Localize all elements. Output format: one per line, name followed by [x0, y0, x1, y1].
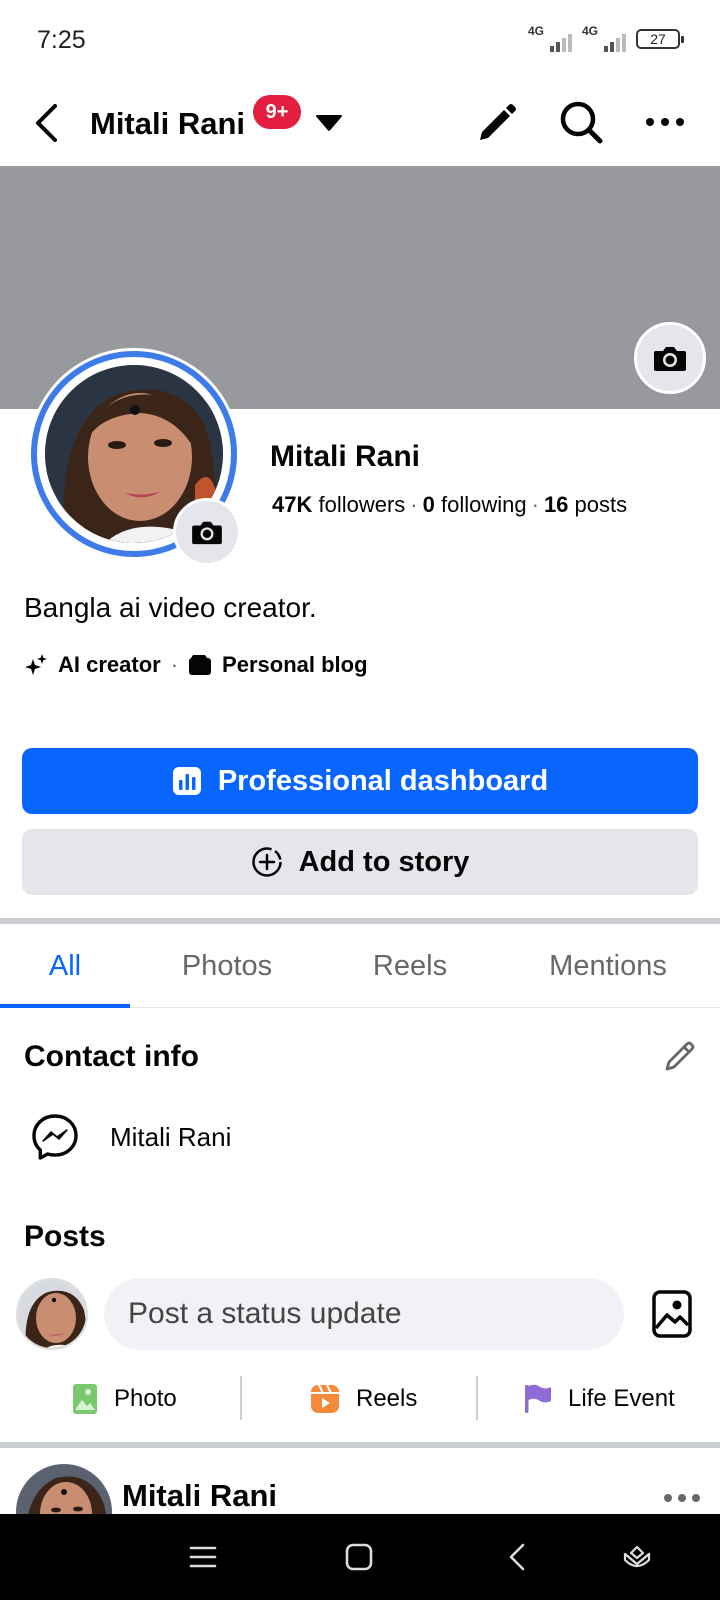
tab-mentions[interactable]: Mentions: [530, 926, 686, 1008]
messenger-icon: [32, 1114, 78, 1160]
tab-photos[interactable]: Photos: [150, 926, 304, 1008]
blog-icon: [189, 655, 212, 675]
reels-icon: [311, 1384, 339, 1413]
notification-badge[interactable]: 9+: [253, 95, 301, 129]
assistant-icon: [623, 1545, 651, 1568]
profile-tabs: All Photos Reels Mentions: [0, 926, 720, 1008]
professional-dashboard-button[interactable]: Professional dashboard: [22, 748, 698, 814]
active-tab-indicator: [0, 1004, 130, 1008]
page-title[interactable]: Mitali Rani: [90, 96, 245, 152]
photo-action[interactable]: Photo: [72, 1374, 177, 1424]
status-update-input[interactable]: Post a status update: [104, 1278, 624, 1350]
composer-avatar[interactable]: [16, 1278, 88, 1350]
more-dots-icon: [646, 118, 684, 126]
signal-icon: 4G: [582, 24, 626, 52]
status-bar: 7:25 4G 4G 27: [0, 0, 720, 82]
messenger-contact[interactable]: Mitali Rani: [30, 1112, 231, 1162]
tab-all[interactable]: All: [0, 926, 130, 1008]
status-time: 7:25: [37, 26, 86, 54]
edit-profile-button[interactable]: [472, 96, 520, 148]
profile-name: Mitali Rani: [270, 440, 421, 473]
system-nav-bar: [0, 1514, 720, 1600]
contact-info-title: Contact info: [24, 1040, 199, 1073]
camera-icon: [654, 347, 686, 371]
following-stat[interactable]: 0 following: [423, 492, 527, 517]
profile-bio: Bangla ai video creator.: [24, 592, 317, 623]
menu-icon: [189, 1546, 217, 1568]
battery-icon: 27: [636, 29, 684, 49]
dashboard-chart-icon: [172, 767, 201, 795]
posts-title: Posts: [24, 1220, 106, 1253]
status-indicators: 4G 4G 27: [528, 24, 684, 52]
home-square-icon: [345, 1543, 373, 1571]
home-button[interactable]: [336, 1534, 382, 1580]
edit-profile-picture-button[interactable]: [173, 498, 241, 566]
tab-reels[interactable]: Reels: [340, 926, 480, 1008]
back-button[interactable]: [26, 95, 66, 151]
pencil-icon: [480, 104, 516, 140]
search-button[interactable]: [556, 96, 606, 148]
sparkle-icon: [25, 654, 47, 675]
profile-stats: 47K followers · 0 following · 16 posts: [272, 492, 628, 517]
search-icon: [560, 101, 603, 144]
system-back-button[interactable]: [494, 1534, 540, 1580]
add-circle-icon: [251, 847, 282, 877]
post-options-button[interactable]: [660, 1480, 704, 1516]
reels-action[interactable]: Reels: [310, 1374, 417, 1424]
assistant-button[interactable]: [614, 1534, 660, 1580]
section-divider: [0, 918, 720, 924]
add-photo-button[interactable]: [650, 1288, 694, 1340]
recent-apps-button[interactable]: [180, 1534, 226, 1580]
profile-switcher-button[interactable]: [314, 108, 344, 138]
posts-stat: 16 posts: [543, 492, 628, 517]
more-options-button[interactable]: [640, 96, 690, 148]
edit-contact-button[interactable]: [660, 1036, 700, 1076]
profile-categories: AI creator · Personal blog: [24, 652, 368, 678]
category-ai-creator: AI creator: [24, 652, 161, 678]
more-dots-icon: [664, 1494, 700, 1502]
flag-icon: [525, 1384, 551, 1413]
chevron-left-icon: [36, 104, 57, 142]
pencil-outline-icon: [665, 1041, 695, 1071]
add-to-story-button[interactable]: Add to story: [22, 829, 698, 895]
section-divider: [0, 1442, 720, 1448]
camera-icon: [192, 521, 222, 545]
app-bar: Mitali Rani 9+: [0, 82, 720, 164]
back-arrow-icon: [509, 1543, 525, 1571]
gallery-icon: [652, 1290, 692, 1338]
photo-icon: [73, 1384, 97, 1414]
followers-stat[interactable]: 47K followers: [272, 492, 405, 517]
edit-cover-button[interactable]: [634, 322, 706, 394]
category-personal-blog: Personal blog: [188, 652, 368, 678]
life-event-action[interactable]: Life Event: [524, 1374, 675, 1424]
post-author-name[interactable]: Mitali Rani: [122, 1478, 277, 1514]
caret-down-icon: [316, 115, 342, 131]
signal-icon: 4G: [528, 24, 572, 52]
composer-actions: Photo Reels Life Event: [0, 1374, 720, 1424]
